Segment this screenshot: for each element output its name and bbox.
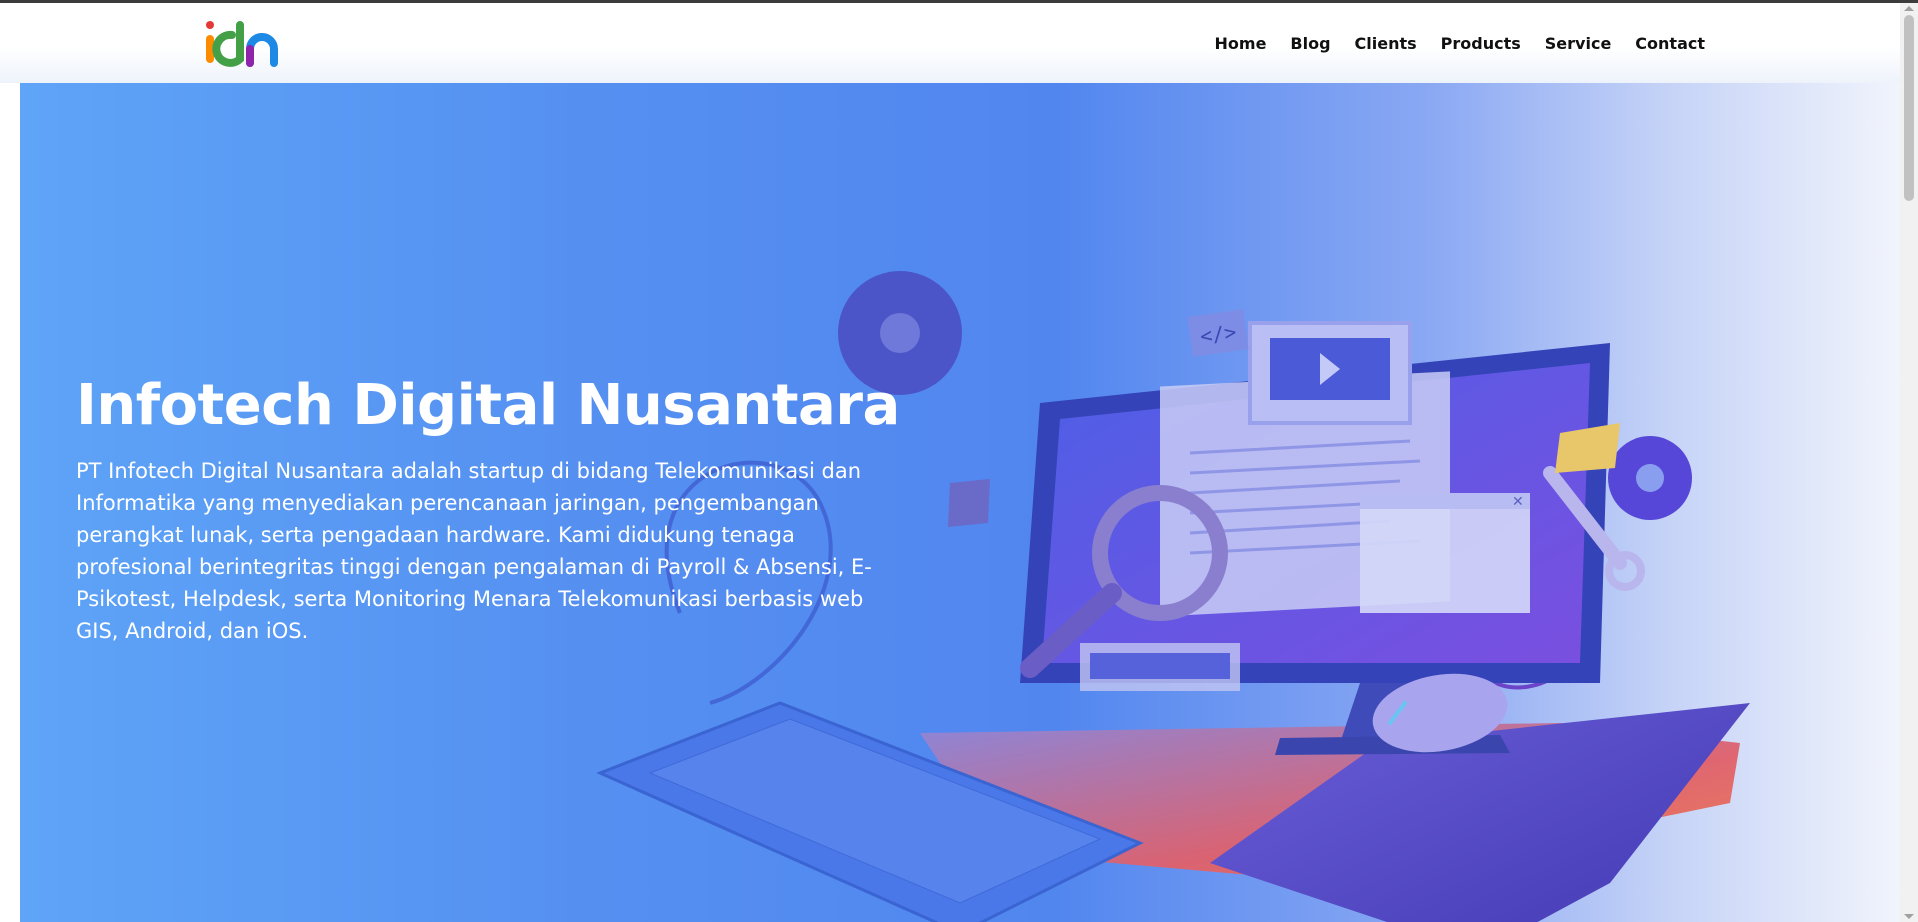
- scrollbar-thumb[interactable]: [1904, 15, 1914, 201]
- hero-section: ✕ </> Infotech Digital Nusantara PT Info…: [20, 83, 1900, 922]
- nav-service[interactable]: Service: [1545, 34, 1612, 53]
- hero-title: Infotech Digital Nusantara: [76, 373, 900, 438]
- svg-text:✕: ✕: [1512, 494, 1524, 510]
- nav-products[interactable]: Products: [1441, 34, 1521, 53]
- scroll-up-arrow-icon[interactable]: [1904, 6, 1914, 11]
- navbar: Home Blog Clients Products Service Conta…: [0, 3, 1900, 83]
- main-nav: Home Blog Clients Products Service Conta…: [1215, 3, 1705, 83]
- nav-contact[interactable]: Contact: [1635, 34, 1705, 53]
- svg-text:</>: </>: [1199, 320, 1238, 349]
- nav-home[interactable]: Home: [1215, 34, 1267, 53]
- scroll-down-arrow-icon[interactable]: [1904, 914, 1914, 919]
- hero-description: PT Infotech Digital Nusantara adalah sta…: [76, 459, 872, 643]
- page-scrollbar[interactable]: [1900, 3, 1918, 922]
- nav-clients[interactable]: Clients: [1355, 34, 1417, 53]
- idn-logo-icon: [206, 21, 278, 67]
- brand-logo[interactable]: [202, 19, 278, 69]
- nav-blog[interactable]: Blog: [1290, 34, 1330, 53]
